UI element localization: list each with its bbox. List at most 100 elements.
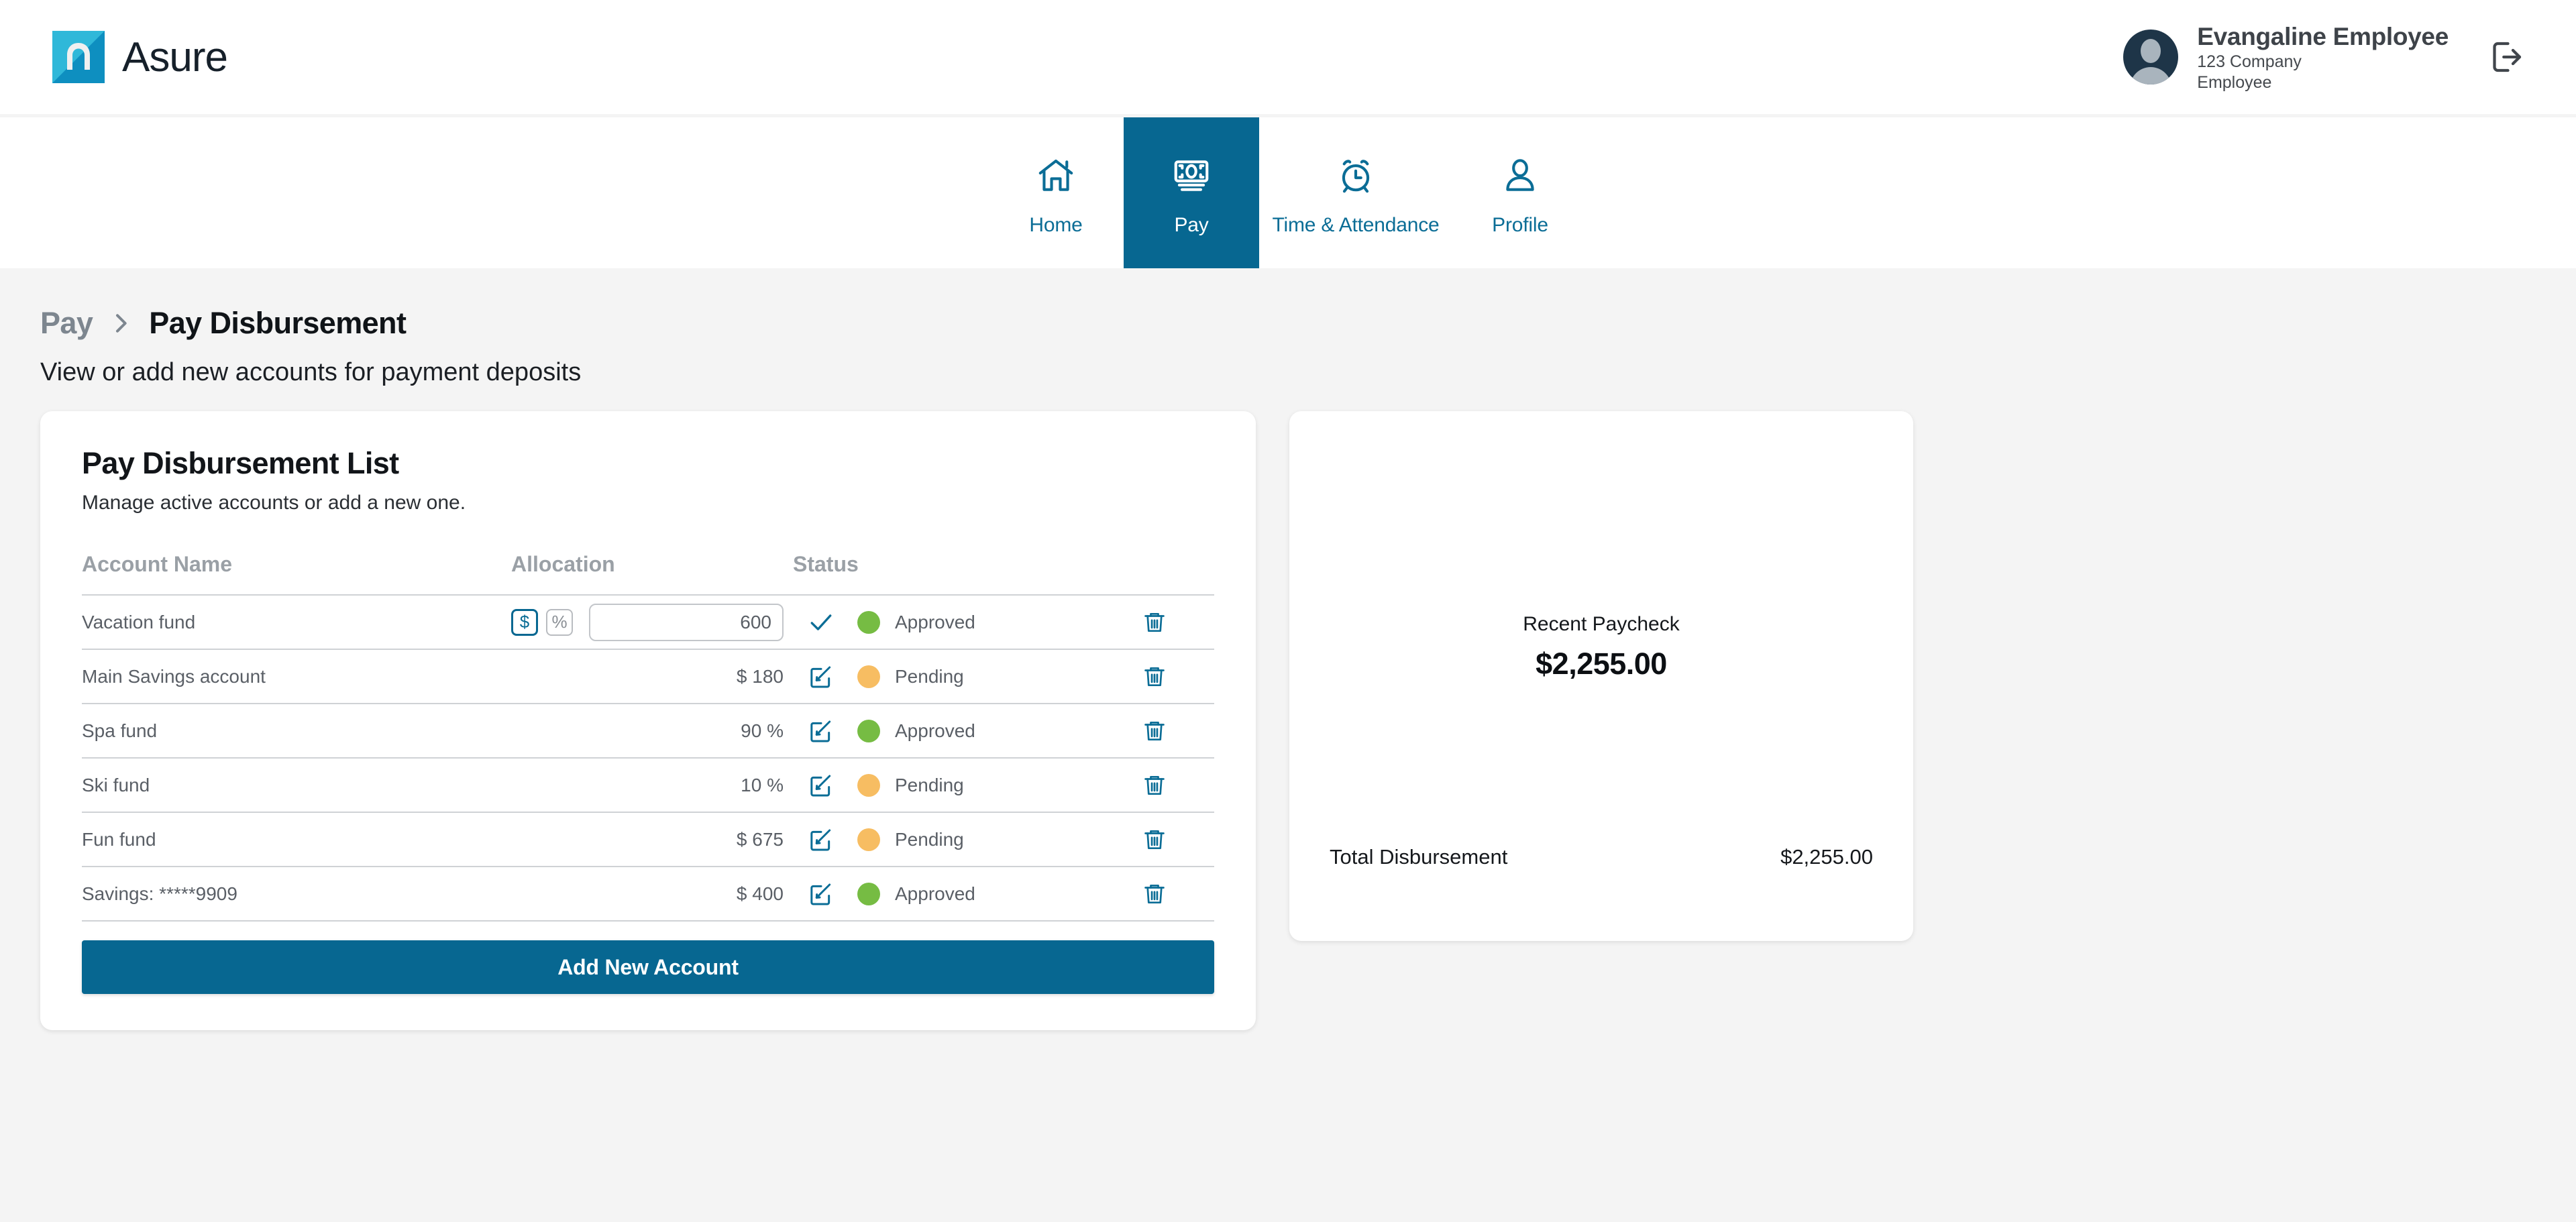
recent-paycheck-label: Recent Paycheck bbox=[1523, 613, 1680, 635]
status-dot bbox=[857, 719, 880, 742]
status-label: Pending bbox=[895, 774, 964, 795]
avatar-icon bbox=[2123, 30, 2179, 85]
trash-icon[interactable] bbox=[1142, 610, 1167, 635]
table-row: Ski fund 10 % Pending bbox=[82, 758, 1214, 813]
recent-paycheck-amount: $2,255.00 bbox=[1536, 647, 1667, 681]
cell-allocation: 90 % bbox=[511, 704, 793, 759]
edit-icon[interactable] bbox=[800, 772, 843, 799]
pay-disbursement-list-card: Pay Disbursement List Manage active acco… bbox=[40, 411, 1256, 1030]
cell-account-name: Spa fund bbox=[82, 704, 511, 759]
edit-icon[interactable] bbox=[800, 826, 843, 853]
cell-account-name: Ski fund bbox=[82, 758, 511, 813]
nav-label-time-attendance: Time & Attendance bbox=[1272, 213, 1440, 236]
allocation-value: $ 675 bbox=[736, 828, 784, 850]
account-name-label: Main Savings account bbox=[82, 665, 266, 687]
table-row: Spa fund 90 % Approved bbox=[82, 704, 1214, 759]
table-row: Savings: *****9909 $ 400 Approved bbox=[82, 867, 1214, 922]
nav-item-pay[interactable]: Pay bbox=[1124, 117, 1259, 268]
top-header-bar: Asure Evangaline Employee 123 Company Em… bbox=[0, 0, 2576, 114]
accounts-table: Account Name Allocation Status Vacation … bbox=[82, 552, 1214, 922]
status-dot bbox=[857, 828, 880, 851]
status-dot bbox=[857, 610, 880, 634]
cell-status: Pending bbox=[793, 758, 1128, 813]
list-card-title: Pay Disbursement List bbox=[82, 446, 399, 480]
account-name-label: Fun fund bbox=[82, 828, 156, 850]
brand-name: Asure bbox=[122, 34, 228, 80]
status-label: Approved bbox=[895, 720, 975, 741]
status-label: Approved bbox=[895, 611, 975, 632]
nav-label-home: Home bbox=[1029, 213, 1083, 236]
home-icon bbox=[1035, 150, 1077, 202]
brand-logo[interactable]: Asure bbox=[52, 31, 228, 83]
account-name-label: Savings: *****9909 bbox=[82, 883, 237, 904]
asure-logo-icon bbox=[52, 31, 105, 83]
breadcrumb-parent[interactable]: Pay bbox=[40, 306, 93, 341]
chevron-right-icon bbox=[107, 310, 134, 337]
account-name-label: Ski fund bbox=[82, 774, 150, 795]
cell-actions bbox=[1128, 595, 1214, 650]
cell-actions bbox=[1128, 758, 1214, 813]
table-row: Fun fund $ 675 Pending bbox=[82, 812, 1214, 867]
unit-percent-button[interactable]: % bbox=[546, 608, 573, 636]
cell-allocation: 10 % bbox=[511, 758, 793, 813]
allocation-value: $ 180 bbox=[736, 665, 784, 687]
breadcrumb-current: Pay Disbursement bbox=[149, 306, 407, 340]
user-role: Employee bbox=[2197, 72, 2272, 92]
page-subtitle: View or add new accounts for payment dep… bbox=[40, 358, 582, 386]
allocation-value: $ 400 bbox=[736, 883, 784, 904]
cell-status: Approved bbox=[793, 595, 1128, 650]
person-icon bbox=[1499, 150, 1541, 202]
content-cards-row: Pay Disbursement List Manage active acco… bbox=[40, 411, 2576, 1030]
nav-label-profile: Profile bbox=[1492, 213, 1548, 236]
unit-dollar-button[interactable]: $ bbox=[511, 608, 538, 636]
alarm-clock-icon bbox=[1335, 150, 1377, 202]
money-icon bbox=[1171, 150, 1212, 202]
column-header-account-name: Account Name bbox=[82, 552, 511, 596]
cell-actions bbox=[1128, 704, 1214, 759]
cell-status: Pending bbox=[793, 812, 1128, 867]
add-new-account-button[interactable]: Add New Account bbox=[82, 940, 1214, 994]
cell-actions bbox=[1128, 867, 1214, 922]
edit-icon[interactable] bbox=[800, 663, 843, 690]
cell-allocation: $ 400 bbox=[511, 867, 793, 922]
list-card-description: Manage active accounts or add a new one. bbox=[82, 492, 466, 514]
nav-item-home[interactable]: Home bbox=[988, 117, 1124, 268]
account-name-label: Spa fund bbox=[82, 720, 158, 741]
status-dot bbox=[857, 665, 880, 688]
nav-label-pay: Pay bbox=[1174, 213, 1209, 236]
trash-icon[interactable] bbox=[1142, 773, 1167, 798]
cell-actions bbox=[1128, 649, 1214, 704]
logout-icon[interactable] bbox=[2485, 36, 2528, 78]
trash-icon[interactable] bbox=[1142, 664, 1167, 689]
status-label: Pending bbox=[895, 665, 964, 687]
trash-icon[interactable] bbox=[1142, 827, 1167, 852]
recent-paycheck-card: Recent Paycheck $2,255.00 Total Disburse… bbox=[1289, 411, 1913, 941]
trash-icon[interactable] bbox=[1142, 718, 1167, 744]
breadcrumb: Pay Pay Disbursement bbox=[40, 306, 2576, 341]
cell-status: Approved bbox=[793, 704, 1128, 759]
user-company: 123 Company bbox=[2197, 52, 2302, 72]
total-disbursement-amount: $2,255.00 bbox=[1780, 845, 1873, 869]
table-row: Vacation fund $ % 600 Approved bbox=[82, 595, 1214, 650]
column-header-allocation: Allocation bbox=[511, 552, 793, 596]
account-name-label: Vacation fund bbox=[82, 611, 196, 632]
column-header-status: Status bbox=[793, 552, 1128, 596]
cell-actions bbox=[1128, 812, 1214, 867]
allocation-amount-input[interactable] bbox=[589, 603, 784, 641]
cell-account-name: Savings: *****9909 bbox=[82, 867, 511, 922]
cell-status: Pending bbox=[793, 649, 1128, 704]
cell-account-name: Fun fund bbox=[82, 812, 511, 867]
trash-icon[interactable] bbox=[1142, 881, 1167, 907]
cell-allocation: $ 675 bbox=[511, 812, 793, 867]
status-label: Pending bbox=[895, 828, 964, 850]
check-icon[interactable] bbox=[800, 608, 843, 637]
edit-icon[interactable] bbox=[800, 881, 843, 907]
nav-item-profile[interactable]: Profile bbox=[1452, 117, 1588, 268]
total-disbursement-label: Total Disbursement bbox=[1330, 845, 1508, 869]
allocation-value: 90 % bbox=[741, 720, 784, 741]
nav-item-time-attendance[interactable]: Time & Attendance bbox=[1259, 117, 1452, 268]
cell-allocation: $ % bbox=[511, 595, 793, 650]
status-label: Approved bbox=[895, 883, 975, 904]
edit-icon[interactable] bbox=[800, 718, 843, 744]
user-account-block[interactable]: Evangaline Employee 123 Company Employee bbox=[2123, 21, 2528, 93]
